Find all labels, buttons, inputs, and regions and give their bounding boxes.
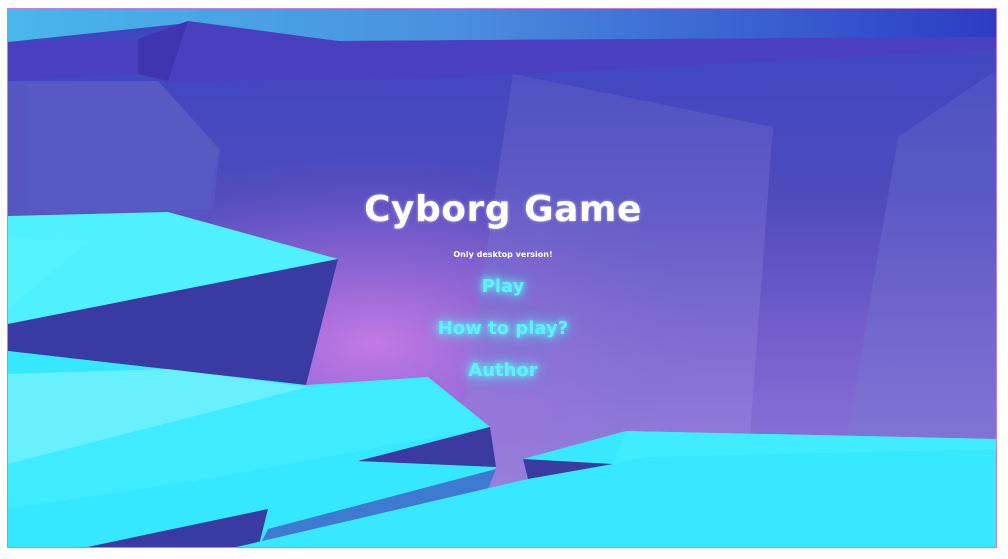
author-button[interactable]: Author [403,359,603,383]
how-to-play-button[interactable]: How to play? [403,317,603,341]
play-button[interactable]: Play [403,275,603,299]
game-viewport: Cyborg Game Only desktop version! Play H… [7,8,997,548]
